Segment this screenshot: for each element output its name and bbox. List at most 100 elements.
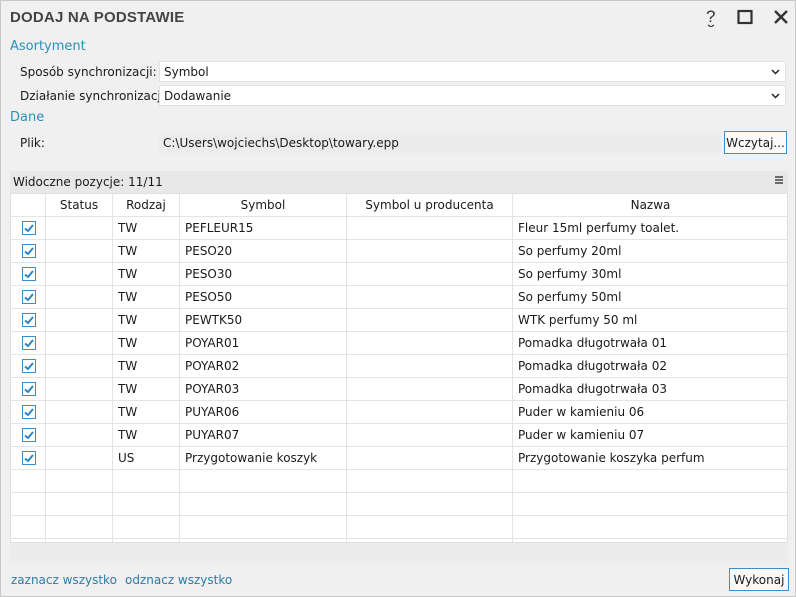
type-cell <box>113 493 180 516</box>
row-checkbox[interactable] <box>22 244 36 258</box>
row-checkbox[interactable] <box>22 221 36 235</box>
producer-symbol-cell <box>347 217 513 240</box>
symbol-cell <box>180 470 347 493</box>
execute-button[interactable]: Wykonaj <box>729 568 789 591</box>
status-cell <box>46 240 113 263</box>
sync-method-select[interactable]: Symbol <box>159 61 786 82</box>
row-checkbox[interactable] <box>22 336 36 350</box>
symbol-cell: PEFLEUR15 <box>180 217 347 240</box>
symbol-cell: POYAR03 <box>180 378 347 401</box>
type-cell <box>113 470 180 493</box>
checkbox-cell <box>11 470 46 493</box>
column-header[interactable]: Nazwa <box>513 194 787 217</box>
close-icon[interactable] <box>769 5 793 29</box>
table-row[interactable]: US Przygotowanie koszyk Przygotowanie kosz… <box>11 447 787 470</box>
checkbox-cell <box>11 286 46 309</box>
type-cell: TW <box>113 332 180 355</box>
type-cell: TW <box>113 240 180 263</box>
status-cell <box>46 332 113 355</box>
table-row[interactable]: TW PUYAR07 Puder w kamieniu 07 <box>11 424 787 447</box>
name-cell: Puder w kamieniu 07 <box>513 424 787 447</box>
empty-row <box>11 470 787 493</box>
table-row[interactable]: TW PESO20 So perfumy 20ml <box>11 240 787 263</box>
dialog-title: DODAJ NA PODSTAWIE <box>10 9 185 26</box>
row-checkbox[interactable] <box>22 451 36 465</box>
status-cell <box>46 424 113 447</box>
column-header[interactable] <box>11 194 46 217</box>
producer-symbol-cell <box>347 355 513 378</box>
data-heading: Dane <box>10 110 45 125</box>
column-header[interactable]: Rodzaj <box>113 194 180 217</box>
name-cell <box>513 470 787 493</box>
help-icon[interactable]: ? <box>699 5 723 29</box>
checkbox-cell <box>11 355 46 378</box>
load-button[interactable]: Wczytaj... <box>724 131 787 154</box>
visible-count-label: Widoczne pozycje: 11/11 <box>13 175 163 189</box>
status-cell <box>46 378 113 401</box>
empty-row <box>11 493 787 516</box>
checkbox-cell <box>11 401 46 424</box>
sync-action-select[interactable]: Dodawanie <box>159 85 786 106</box>
row-checkbox[interactable] <box>22 382 36 396</box>
row-checkbox[interactable] <box>22 267 36 281</box>
type-cell: TW <box>113 217 180 240</box>
row-checkbox[interactable] <box>22 313 36 327</box>
checkmark-icon <box>24 362 34 371</box>
symbol-cell: PUYAR06 <box>180 401 347 424</box>
name-cell: WTK perfumy 50 ml <box>513 309 787 332</box>
symbol-cell: Przygotowanie koszyk <box>180 447 347 470</box>
column-header[interactable]: Symbol u producenta <box>347 194 513 217</box>
column-header[interactable]: Status <box>46 194 113 217</box>
table-row[interactable]: TW PESO50 So perfumy 50ml <box>11 286 787 309</box>
checkmark-icon <box>24 454 34 463</box>
empty-row <box>11 516 787 539</box>
table-row[interactable]: TW POYAR02 Pomadka długotrwała 02 <box>11 355 787 378</box>
symbol-cell: PESO20 <box>180 240 347 263</box>
items-grid: Status Rodzaj Symbol Symbol u producenta Naz… <box>10 193 788 543</box>
grid-header-row: Status Rodzaj Symbol Symbol u producenta Naz… <box>11 194 787 217</box>
table-row[interactable]: TW PEFLEUR15 Fleur 15ml perfumy toalet. <box>11 217 787 240</box>
producer-symbol-cell <box>347 493 513 516</box>
row-checkbox[interactable] <box>22 428 36 442</box>
producer-symbol-cell <box>347 516 513 539</box>
row-checkbox[interactable] <box>22 290 36 304</box>
type-cell: TW <box>113 424 180 447</box>
status-cell <box>46 401 113 424</box>
table-row[interactable]: TW POYAR01 Pomadka długotrwała 01 <box>11 332 787 355</box>
maximize-icon[interactable] <box>733 5 757 29</box>
grid-menu-icon[interactable] <box>775 174 783 188</box>
type-cell: TW <box>113 355 180 378</box>
sync-action-value: Dodawanie <box>164 89 232 103</box>
checkbox-cell <box>11 332 46 355</box>
name-cell: So perfumy 20ml <box>513 240 787 263</box>
type-cell: TW <box>113 401 180 424</box>
grid-toolbar: Widoczne pozycje: 11/11 <box>10 171 788 193</box>
row-checkbox[interactable] <box>22 359 36 373</box>
status-cell <box>46 286 113 309</box>
table-row[interactable]: TW PUYAR06 Puder w kamieniu 06 <box>11 401 787 424</box>
select-all-link[interactable]: zaznacz wszystko <box>11 573 117 587</box>
column-header[interactable]: Symbol <box>180 194 347 217</box>
name-cell: Pomadka długotrwała 02 <box>513 355 787 378</box>
checkbox-cell <box>11 217 46 240</box>
chevron-down-icon <box>771 93 780 99</box>
producer-symbol-cell <box>347 447 513 470</box>
type-cell: TW <box>113 309 180 332</box>
deselect-all-link[interactable]: odznacz wszystko <box>125 573 232 587</box>
status-cell <box>46 263 113 286</box>
producer-symbol-cell <box>347 378 513 401</box>
checkmark-icon <box>24 316 34 325</box>
producer-symbol-cell <box>347 263 513 286</box>
file-label: Plik: <box>20 136 45 150</box>
status-cell <box>46 447 113 470</box>
title-bar: DODAJ NA PODSTAWIE ? <box>1 1 795 33</box>
name-cell: So perfumy 50ml <box>513 286 787 309</box>
table-row[interactable]: TW POYAR03 Pomadka długotrwała 03 <box>11 378 787 401</box>
file-path-field[interactable]: C:\Users\wojciechs\Desktop\towary.epp <box>159 132 721 153</box>
row-checkbox[interactable] <box>22 405 36 419</box>
horizontal-scrollbar[interactable] <box>10 543 788 563</box>
assortment-heading: Asortyment <box>10 39 86 54</box>
table-row[interactable]: TW PESO30 So perfumy 30ml <box>11 263 787 286</box>
table-row[interactable]: TW PEWTK50 WTK perfumy 50 ml <box>11 309 787 332</box>
symbol-cell: PESO30 <box>180 263 347 286</box>
